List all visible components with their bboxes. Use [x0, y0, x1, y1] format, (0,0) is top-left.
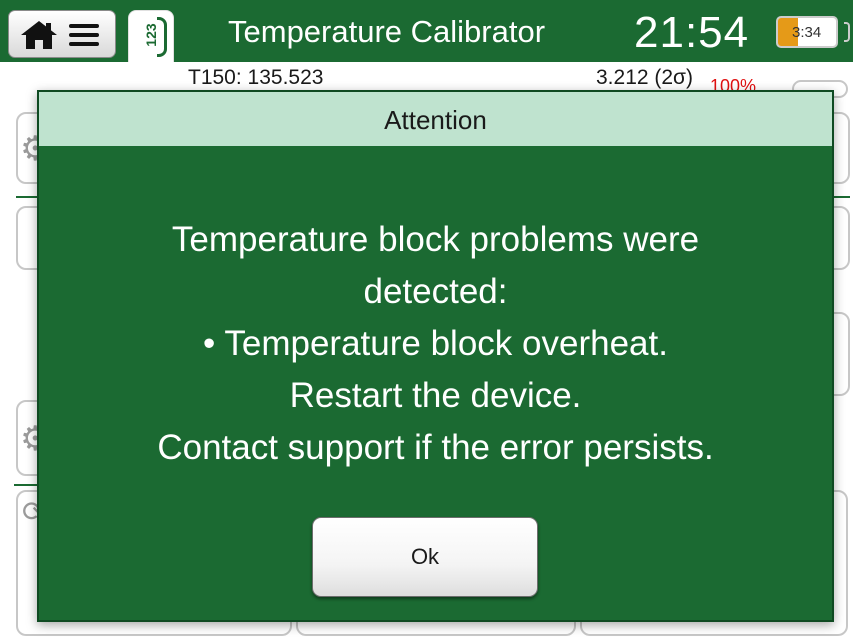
- home-menu-button[interactable]: [8, 10, 116, 58]
- home-icon: [21, 21, 57, 49]
- tab-calibrator-mode[interactable]: 123: [128, 10, 174, 62]
- message-line: Contact support if the error persists.: [157, 428, 714, 467]
- dialog-title: Attention: [39, 92, 832, 148]
- message-line: Restart the device.: [289, 376, 582, 415]
- divider: [14, 484, 38, 486]
- attention-dialog: Attention Temperature block problems wer…: [37, 90, 834, 622]
- message-line: Temperature block problems were: [171, 220, 700, 259]
- divider: [834, 196, 850, 198]
- message-line: • Temperature block overheat.: [203, 324, 668, 363]
- battery-indicator[interactable]: 3:34: [776, 16, 838, 48]
- ok-button[interactable]: Ok: [312, 517, 538, 597]
- battery-tip-icon: [844, 22, 850, 42]
- battery-time-left: 3:34: [792, 24, 822, 41]
- clock: 21:54: [634, 8, 750, 57]
- dialog-message: Temperature block problems were detected…: [39, 214, 832, 474]
- top-bar: 123 Temperature Calibrator 21:54 3:34: [0, 0, 853, 62]
- bracket-icon: [157, 17, 167, 57]
- hamburger-menu-icon: [69, 24, 99, 46]
- app-title: Temperature Calibrator: [228, 14, 546, 49]
- stability-reading: 3.212 (2σ): [596, 66, 694, 89]
- message-line: detected:: [363, 272, 508, 311]
- sensor-reading: T150: 135.523: [188, 66, 324, 89]
